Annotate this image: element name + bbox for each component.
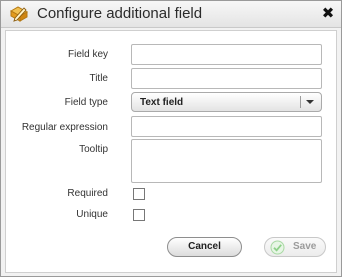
check-icon (270, 240, 285, 255)
unique-checkbox[interactable] (133, 209, 145, 221)
dialog-title: Configure additional field (37, 5, 203, 22)
title-input[interactable] (131, 68, 322, 89)
tooltip-textarea[interactable] (131, 139, 322, 183)
required-label: Required (67, 188, 108, 199)
unique-label: Unique (76, 209, 108, 220)
save-button[interactable]: Save (264, 237, 326, 257)
dialog-body: Field key Title Field type Text field Re… (5, 30, 337, 273)
dialog-titlebar[interactable]: Configure additional field ✖ (1, 1, 341, 28)
cancel-button[interactable]: Cancel (167, 237, 242, 257)
configure-field-dialog: Configure additional field ✖ Field key T… (0, 0, 342, 277)
close-button[interactable]: ✖ (319, 4, 337, 22)
edit-form-icon (9, 6, 29, 22)
regular-expression-label: Regular expression (21, 122, 108, 133)
field-key-input[interactable] (131, 44, 322, 65)
field-type-value: Text field (140, 97, 184, 108)
required-checkbox[interactable] (133, 188, 145, 200)
title-label: Title (89, 73, 108, 84)
field-type-select[interactable]: Text field (131, 92, 322, 112)
regular-expression-input[interactable] (131, 116, 322, 137)
save-label: Save (293, 241, 317, 252)
chevron-down-icon (306, 100, 314, 104)
close-icon: ✖ (321, 4, 335, 22)
field-key-label: Field key (67, 49, 108, 60)
field-type-label: Field type (64, 97, 108, 108)
select-divider (300, 96, 301, 108)
tooltip-label: Tooltip (79, 144, 108, 155)
